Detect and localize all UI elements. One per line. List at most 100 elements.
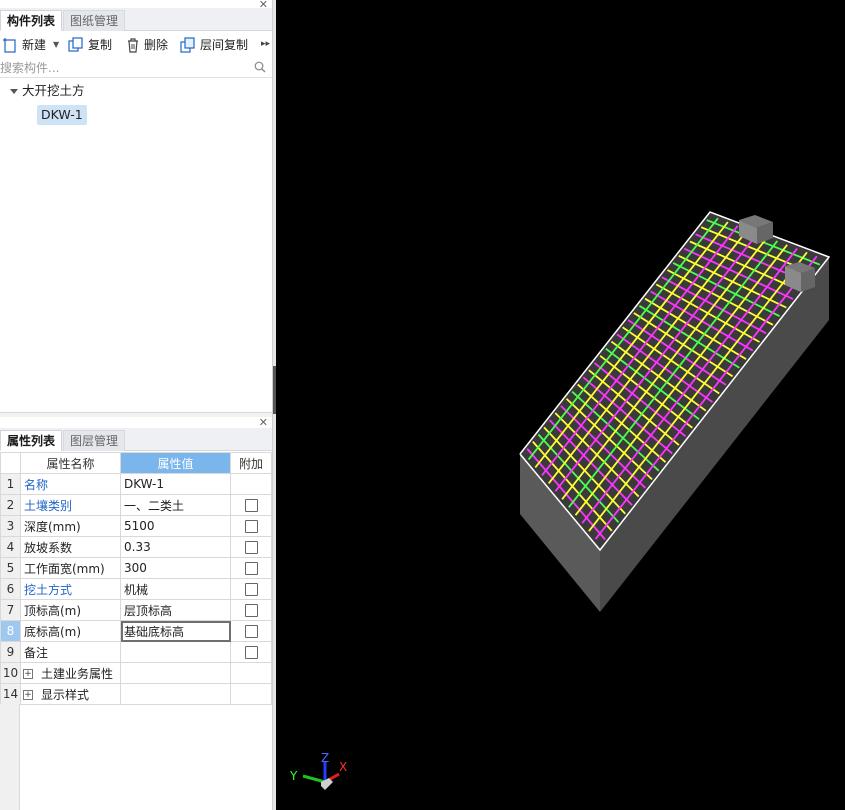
extra-checkbox[interactable]: [244, 520, 258, 533]
row-number: 2: [0, 494, 21, 516]
panel-splitter[interactable]: [272, 0, 276, 810]
extra-checkbox[interactable]: [244, 499, 258, 512]
extra-checkbox-cell[interactable]: [230, 599, 272, 621]
property-value-cell[interactable]: 基础底标高: [120, 620, 231, 642]
trash-icon: [128, 38, 138, 53]
property-name-cell: 备注: [20, 641, 121, 663]
property-name-cell: 土壤类别: [20, 494, 121, 516]
new-label: 新建: [22, 38, 47, 52]
search-icon[interactable]: [254, 61, 266, 73]
axis-label-x: X: [339, 760, 347, 774]
caret-down-icon[interactable]: [10, 89, 18, 94]
property-tabs: 属性列表 图层管理: [0, 428, 272, 451]
extra-checkbox-cell[interactable]: [230, 473, 272, 495]
extra-checkbox-cell[interactable]: [230, 557, 272, 579]
group-cell[interactable]: + 土建业务属性: [20, 662, 121, 684]
extra-checkbox[interactable]: [244, 541, 258, 554]
property-value-cell[interactable]: 一、二类土: [120, 494, 231, 516]
search-input[interactable]: [0, 58, 250, 77]
property-value-cell[interactable]: 机械: [120, 578, 231, 600]
property-value-cell: [120, 662, 231, 684]
panel-divider[interactable]: [0, 412, 272, 417]
floor-copy-button[interactable]: 层间复制: [180, 36, 254, 54]
row-number: 1: [0, 473, 21, 495]
property-value-cell[interactable]: 层顶标高: [120, 599, 231, 621]
row-number: 5: [0, 557, 21, 579]
table-row[interactable]: 7 顶标高(m) 层顶标高: [0, 599, 272, 621]
floor-copy-label: 层间复制: [200, 38, 249, 52]
more-icon[interactable]: ▸▸: [261, 39, 270, 49]
expand-plus-icon[interactable]: +: [23, 690, 33, 700]
component-toolbar: 新建 ▼ 复制 删除 层间复制 ▸▸: [0, 32, 272, 58]
table-row[interactable]: 5 工作面宽(mm) 300: [0, 557, 272, 579]
header-num: [0, 452, 21, 474]
group-label: 土建业务属性: [41, 666, 114, 681]
property-name-cell: 放坡系数: [20, 536, 121, 558]
splitter-grip[interactable]: [273, 366, 276, 414]
property-name-cell: 顶标高(m): [20, 599, 121, 621]
header-property-name[interactable]: 属性名称: [20, 452, 121, 474]
property-value-cell[interactable]: DKW-1: [120, 473, 231, 495]
tree-node-earthwork[interactable]: 大开挖土方: [10, 82, 85, 100]
extra-checkbox-cell: [230, 683, 272, 705]
axis-label-z: Z: [321, 751, 329, 765]
component-tabs: 构件列表 图纸管理: [0, 8, 272, 31]
search-box: [0, 58, 272, 78]
extra-checkbox[interactable]: [244, 583, 258, 596]
table-row[interactable]: 14 + 显示样式: [0, 683, 272, 705]
left-panel: ✕ 构件列表 图纸管理 新建 ▼ 复制 删除 层间复制 ▸▸ 搜索构件... 大…: [0, 0, 272, 810]
axis-gizmo: X Y Z: [289, 751, 347, 790]
property-value-cell[interactable]: 5100: [120, 515, 231, 537]
tab-layer-management[interactable]: 图层管理: [63, 430, 126, 451]
extra-checkbox[interactable]: [244, 646, 258, 659]
table-row[interactable]: 1 名称 DKW-1: [0, 473, 272, 495]
property-table: 属性名称 属性值 附加 1 名称 DKW-1 2 土壤类别 一、二类土 3 深度(mm) 510…: [0, 452, 272, 705]
close-icon[interactable]: ✕: [259, 417, 268, 428]
expand-plus-icon[interactable]: +: [23, 669, 33, 679]
component-tree: 大开挖土方 DKW-1: [0, 82, 272, 412]
property-value-cell[interactable]: [120, 641, 231, 663]
tree-root-label: 大开挖土方: [22, 83, 85, 98]
copy-button[interactable]: 复制: [68, 36, 118, 54]
tab-component-list[interactable]: 构件列表: [0, 10, 63, 31]
group-cell[interactable]: + 显示样式: [20, 683, 121, 705]
row-number: 8: [0, 620, 21, 642]
row-number: 14: [0, 683, 21, 705]
extra-checkbox-cell[interactable]: [230, 641, 272, 663]
table-row[interactable]: 3 深度(mm) 5100: [0, 515, 272, 537]
new-button[interactable]: 新建 ▼: [2, 36, 62, 54]
header-property-value[interactable]: 属性值: [120, 452, 231, 474]
table-row[interactable]: 9 备注: [0, 641, 272, 663]
group-label: 显示样式: [41, 687, 90, 702]
table-row[interactable]: 4 放坡系数 0.33: [0, 536, 272, 558]
new-icon: [3, 38, 16, 53]
extra-checkbox-cell[interactable]: [230, 515, 272, 537]
row-number: 9: [0, 641, 21, 663]
extra-checkbox-cell[interactable]: [230, 620, 272, 642]
earthwork-3d-model[interactable]: X Y Z: [277, 0, 845, 810]
header-extra[interactable]: 附加: [230, 452, 272, 474]
property-value-cell[interactable]: 0.33: [120, 536, 231, 558]
3d-viewport[interactable]: X Y Z: [277, 0, 845, 810]
extra-checkbox[interactable]: [244, 562, 258, 575]
axis-label-y: Y: [289, 769, 298, 783]
extra-checkbox-cell[interactable]: [230, 494, 272, 516]
table-row[interactable]: 6 挖土方式 机械: [0, 578, 272, 600]
table-row[interactable]: 2 土壤类别 一、二类土: [0, 494, 272, 516]
tab-drawing-management[interactable]: 图纸管理: [63, 10, 126, 31]
extra-checkbox[interactable]: [244, 625, 258, 638]
tab-property-list[interactable]: 属性列表: [0, 430, 63, 451]
row-number: 6: [0, 578, 21, 600]
delete-button[interactable]: 删除: [125, 36, 175, 54]
tree-item-dkw-1[interactable]: DKW-1: [37, 105, 87, 125]
floor-copy-icon: [180, 37, 195, 53]
chevron-down-icon[interactable]: ▼: [53, 36, 59, 54]
property-name-cell: 深度(mm): [20, 515, 121, 537]
extra-checkbox-cell[interactable]: [230, 536, 272, 558]
extra-checkbox[interactable]: [244, 604, 258, 617]
table-header: 属性名称 属性值 附加: [0, 452, 272, 474]
property-value-cell[interactable]: 300: [120, 557, 231, 579]
table-row[interactable]: 10 + 土建业务属性: [0, 662, 272, 684]
extra-checkbox-cell[interactable]: [230, 578, 272, 600]
table-row[interactable]: 8 底标高(m) 基础底标高: [0, 620, 272, 642]
